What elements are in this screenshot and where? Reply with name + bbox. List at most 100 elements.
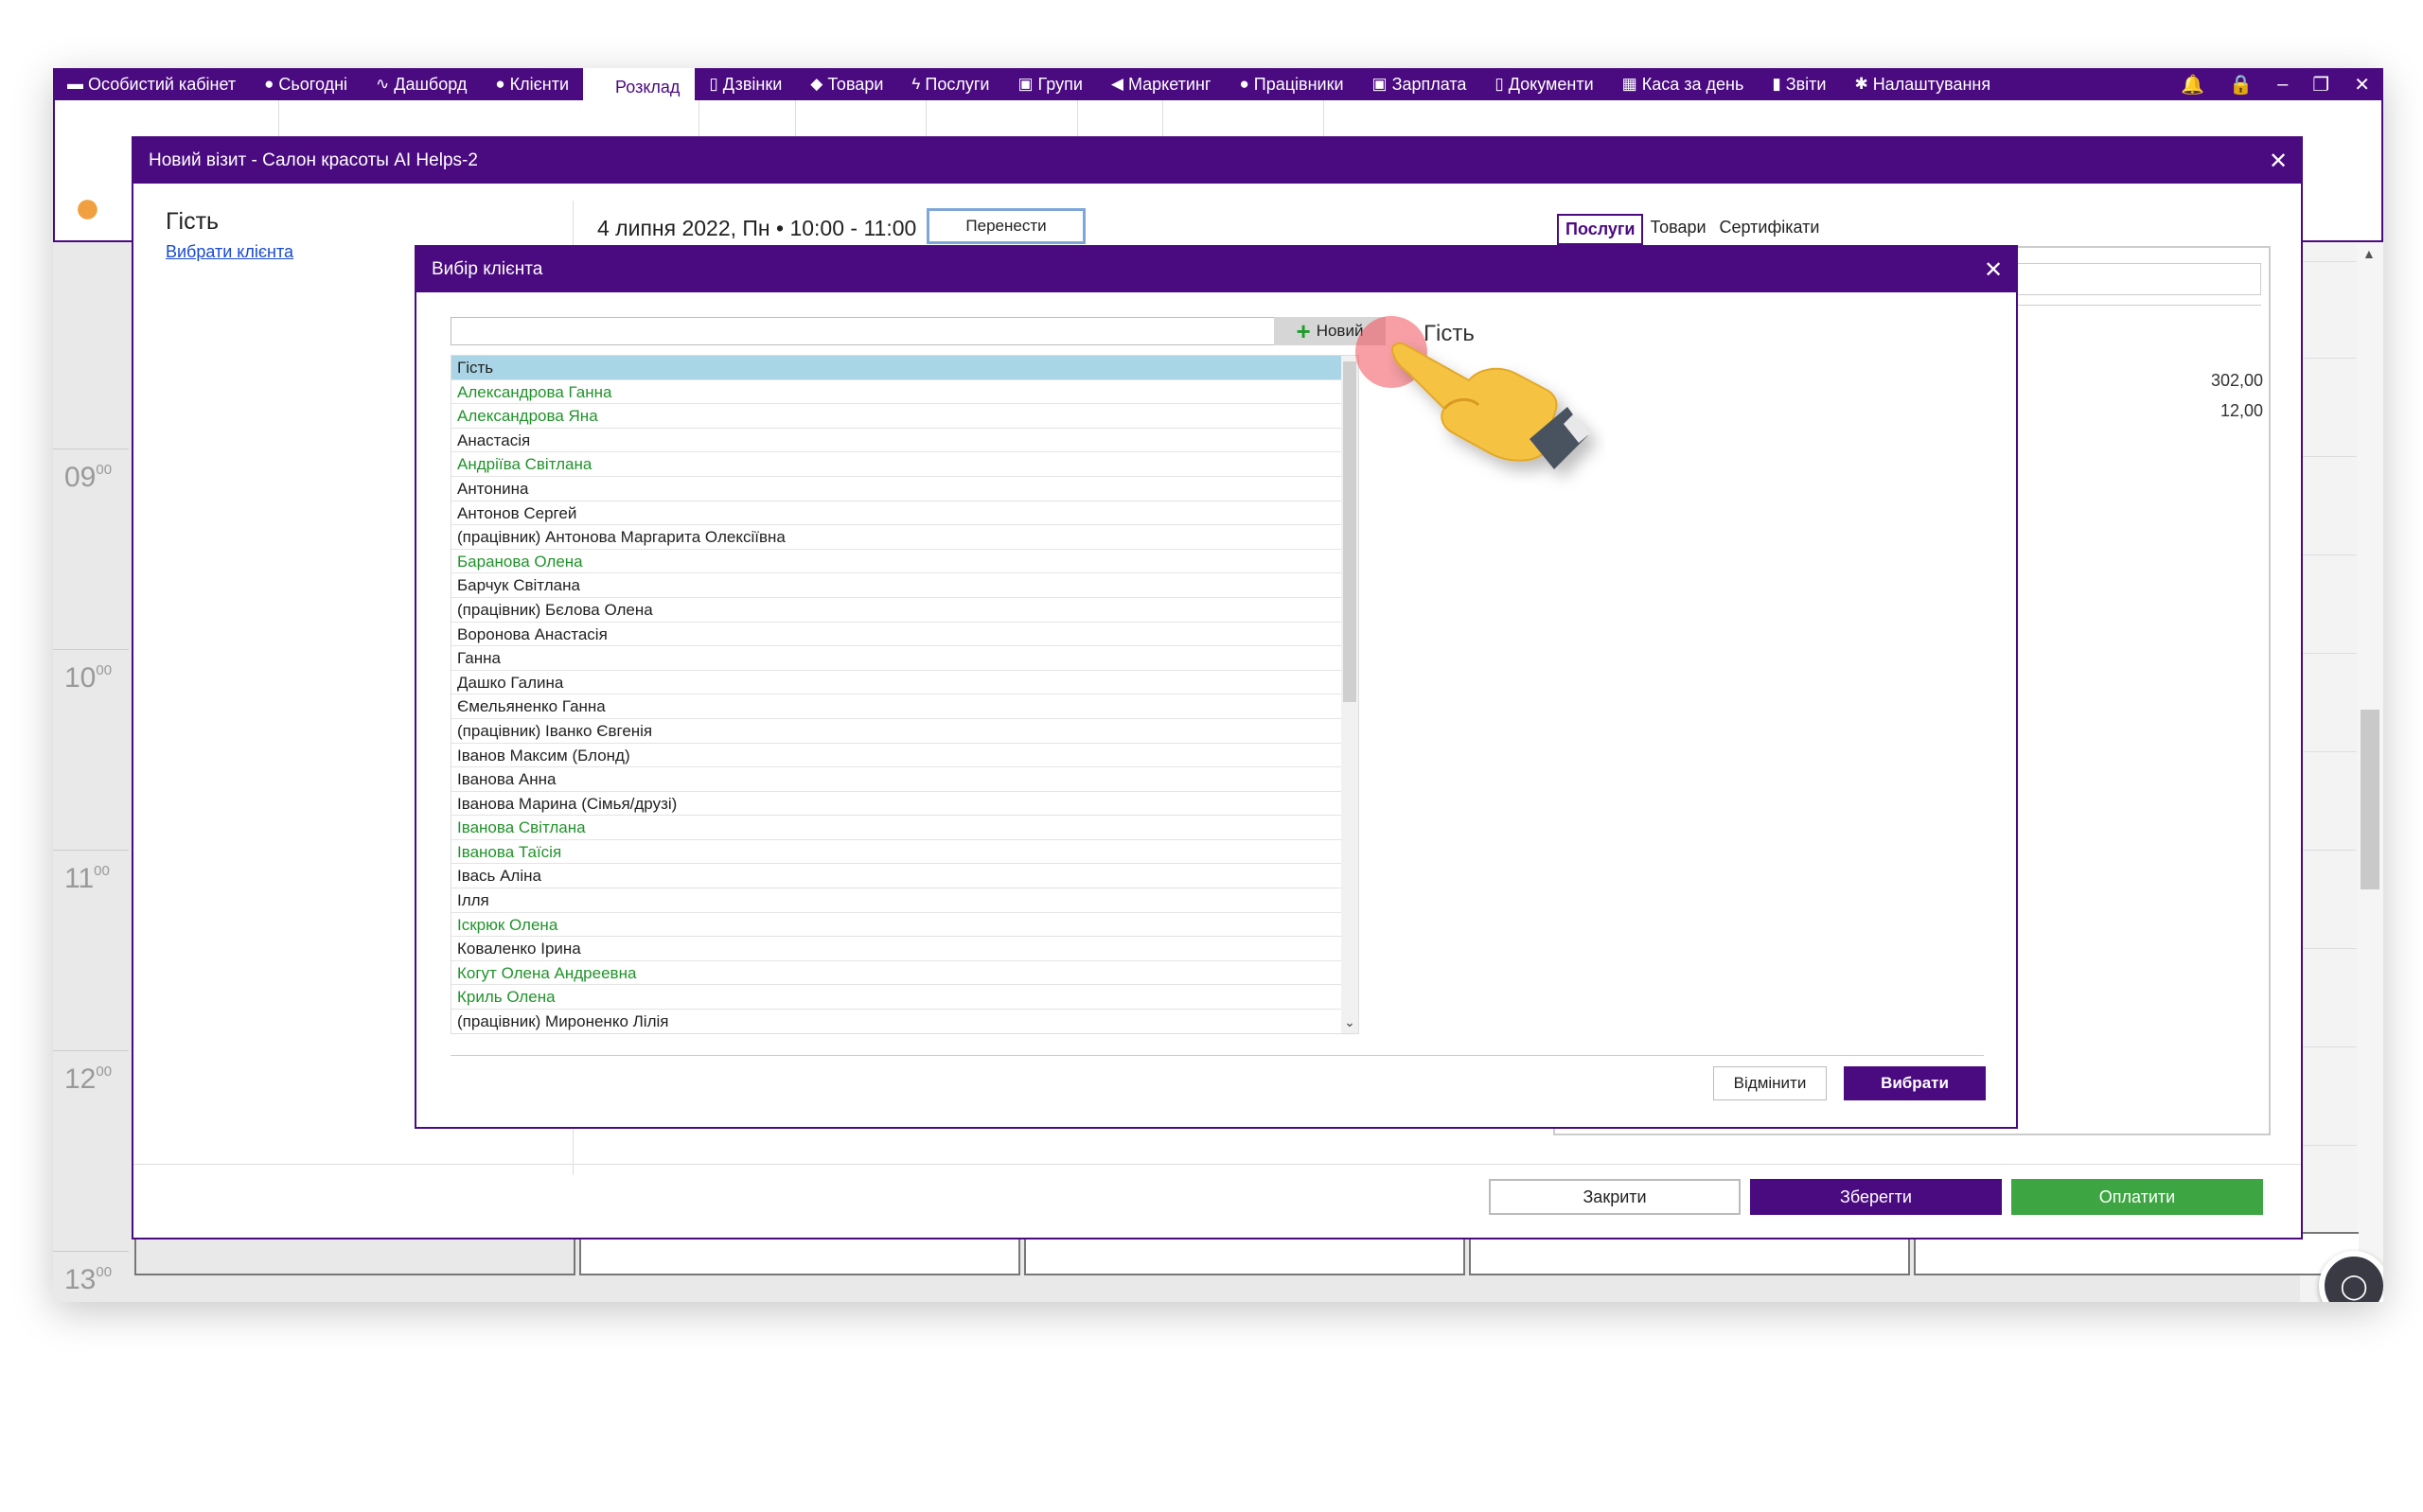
pulse-icon: ∿ xyxy=(376,75,390,93)
client-list-item[interactable]: Антонов Сергей xyxy=(451,501,1347,526)
client-list[interactable]: Гість Александрова Ганна Александрова Яна А… xyxy=(451,355,1359,1034)
menu-item-box[interactable]: ◆ Товари xyxy=(796,68,897,100)
tab-goods[interactable]: Товари xyxy=(1643,214,1712,245)
client-list-item[interactable]: Александрова Яна xyxy=(451,404,1347,429)
choose-button[interactable]: Вибрати xyxy=(1844,1066,1986,1100)
pay-button[interactable]: Оплатити xyxy=(2011,1179,2263,1215)
cash-register-icon: ▦ xyxy=(1621,75,1637,93)
client-list-item[interactable]: Іванов Максим (Блонд) xyxy=(451,744,1347,768)
menu-item-label: Особистий кабінет xyxy=(88,74,237,94)
hour-label: 0900 xyxy=(64,462,113,493)
hour-line xyxy=(53,448,129,449)
hour-line xyxy=(53,1050,129,1051)
client-list-item[interactable]: Александрова Ганна xyxy=(451,380,1347,405)
close-button[interactable]: Закрити xyxy=(1489,1179,1741,1215)
close-icon[interactable]: ✕ xyxy=(2255,148,2301,175)
plus-icon: + xyxy=(1296,317,1311,345)
maximize-icon[interactable]: ❐ xyxy=(2312,73,2329,97)
client-list-item[interactable]: (працівник) Антонова Маргарита Олексіївн… xyxy=(451,525,1347,550)
current-user-icon[interactable]: ● xyxy=(74,182,101,234)
client-list-item[interactable]: Гість xyxy=(451,356,1347,380)
client-list-item[interactable]: Баранова Олена xyxy=(451,550,1347,574)
client-list-scroll-thumb[interactable] xyxy=(1343,361,1356,702)
tab-services[interactable]: Послуги xyxy=(1557,214,1644,245)
visit-tabs: Послуги Товари Сертифікати xyxy=(1557,214,1826,245)
menu-item-clock[interactable]: ● Сьогодні xyxy=(250,68,362,100)
briefcase-icon: ▬ xyxy=(67,75,83,93)
client-list-item[interactable]: Коваленко Ірина xyxy=(451,937,1347,961)
hour-label: 1200 xyxy=(64,1064,113,1095)
client-list-item[interactable]: Івась Аліна xyxy=(451,864,1347,889)
hour-label: 1300 xyxy=(64,1264,113,1295)
chevron-down-icon[interactable]: ⌄ xyxy=(1341,1014,1358,1031)
menu-item-cash-register[interactable]: ▦ Каса за день xyxy=(1608,68,1759,100)
menu-item-label: Маркетинг xyxy=(1127,74,1212,94)
client-list-item[interactable]: Іванова Анна xyxy=(451,767,1347,792)
client-list-item[interactable]: (працівник) Бєлова Олена xyxy=(451,598,1347,623)
client-list-item[interactable]: (працівник) Іванко Євгенія xyxy=(451,719,1347,744)
client-list-scrollbar[interactable]: ⌄ xyxy=(1341,356,1358,1033)
save-button[interactable]: Зберегти xyxy=(1750,1179,2002,1215)
client-search-input[interactable] xyxy=(451,317,1302,345)
new-visit-titlebar: Новий візит - Салон красоты AI Helps-2 ✕ xyxy=(133,138,2301,184)
person-icon: ● xyxy=(1239,75,1249,93)
client-list-item[interactable]: Анастасія xyxy=(451,429,1347,453)
client-list-item[interactable]: (працівник) Мироненко Лілія xyxy=(451,1010,1347,1033)
client-list-item[interactable]: Антонина xyxy=(451,477,1347,501)
minimize-icon[interactable]: – xyxy=(2277,74,2288,96)
menu-item-label: Налаштування xyxy=(1872,74,1991,94)
calendar-scroll-thumb[interactable] xyxy=(2361,710,2379,889)
document-icon: ▯ xyxy=(1494,75,1504,93)
menu-item-label: Дзвінки xyxy=(722,74,783,94)
client-list-item[interactable]: Андріїва Світлана xyxy=(451,452,1347,477)
menu-item-group[interactable]: ▣ Групи xyxy=(1003,68,1096,100)
choose-client-link[interactable]: Вибрати клієнта xyxy=(166,242,293,262)
menu-item-label: Документи xyxy=(1508,74,1594,94)
calendar-right-column xyxy=(2300,242,2357,1302)
bell-icon[interactable]: 🔔 xyxy=(2181,73,2204,97)
hour-label: 1000 xyxy=(64,662,113,694)
menu-item-lightning[interactable]: ϟ Послуги xyxy=(897,68,1003,100)
client-list-item[interactable]: Іванова Марина (Сімья/друзі) xyxy=(451,792,1347,817)
client-list-item[interactable]: Іванова Світлана xyxy=(451,816,1347,840)
close-window-icon[interactable]: ✕ xyxy=(2354,73,2370,97)
divider xyxy=(451,1055,1984,1056)
cancel-button[interactable]: Відмінити xyxy=(1713,1066,1827,1100)
lightning-icon: ϟ xyxy=(911,75,921,93)
client-list-item[interactable]: Іскрюк Олена xyxy=(451,913,1347,938)
tab-certificates[interactable]: Сертифікати xyxy=(1713,214,1827,245)
menu-item-gear[interactable]: ✱ Налаштування xyxy=(1840,68,2005,100)
calendar-scrollbar[interactable]: ▲ ▼ xyxy=(2357,242,2383,1302)
menu-item-briefcase[interactable]: ▬ Особистий кабінет xyxy=(53,68,250,100)
gear-icon: ✱ xyxy=(1854,75,1868,93)
menu-item-document[interactable]: ▯ Документи xyxy=(1480,68,1607,100)
client-list-item[interactable]: Когут Олена Андреевна xyxy=(451,961,1347,986)
client-list-item[interactable]: Іванова Таїсія xyxy=(451,840,1347,865)
menu-item-label: Групи xyxy=(1037,74,1083,94)
close-icon[interactable]: ✕ xyxy=(1971,256,2016,284)
client-list-item[interactable]: Барчук Світлана xyxy=(451,573,1347,598)
menu-item-user-circle[interactable]: ● Клієнти xyxy=(481,68,583,100)
client-list-item[interactable]: Ілля xyxy=(451,888,1347,913)
client-list-item[interactable]: Ємельяненко Ганна xyxy=(451,694,1347,719)
client-list-item[interactable]: Дашко Галина xyxy=(451,671,1347,695)
menu-item-pulse[interactable]: ∿ Дашборд xyxy=(362,68,481,100)
menu-item-phone[interactable]: ▯ Дзвінки xyxy=(695,68,796,100)
scroll-up-icon[interactable]: ▲ xyxy=(2362,246,2376,261)
clock-icon: ● xyxy=(264,75,274,93)
client-list-item[interactable]: Ганна xyxy=(451,646,1347,671)
menu-item-label: Послуги xyxy=(925,74,990,94)
menu-item-megaphone[interactable]: ◀ Маркетинг xyxy=(1097,68,1226,100)
client-list-item[interactable]: Криль Олена xyxy=(451,985,1347,1011)
menu-item-money[interactable]: ▣ Зарплата xyxy=(1358,68,1481,100)
client-picker-title: Вибір клієнта xyxy=(432,259,543,279)
menu-item-person[interactable]: ● Працівники xyxy=(1225,68,1357,100)
reschedule-button[interactable]: Перенести xyxy=(927,208,1086,244)
hour-label: 1100 xyxy=(64,863,110,894)
box-icon: ◆ xyxy=(810,75,823,93)
lock-icon[interactable]: 🔒 xyxy=(2229,73,2253,97)
main-menu-bar: ▬ Особистий кабінет ● Сьогодні ∿ Дашборд ● Кліє… xyxy=(53,68,2383,106)
client-list-item[interactable]: Воронова Анастасія xyxy=(451,623,1347,647)
menu-item-bar-chart[interactable]: ▮ Звіти xyxy=(1758,68,1840,100)
new-visit-title: Новий візит - Салон красоты AI Helps-2 xyxy=(149,150,478,170)
